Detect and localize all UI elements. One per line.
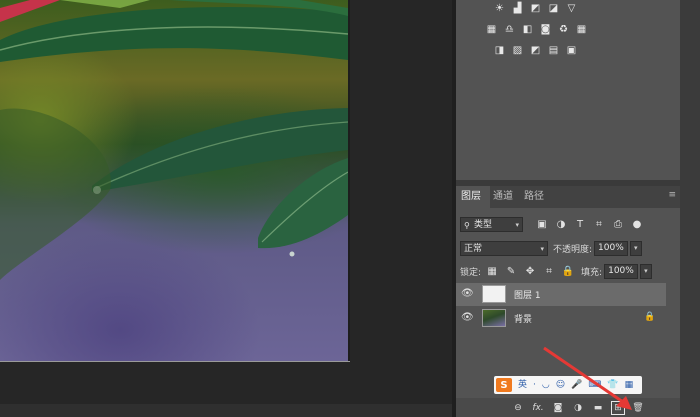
ime-mode[interactable]: 英 [518, 378, 527, 392]
layer-kind-select[interactable]: ⚲ 类型 ▾ [460, 216, 523, 232]
lock-transparent-icon[interactable]: ▦ [485, 264, 499, 278]
tab-paths[interactable]: 路径 [519, 186, 549, 208]
adjustments-row-2: ▦ ♎ ◧ ◙ ♻ ▦ [484, 23, 589, 37]
opacity-input[interactable]: 100% [594, 240, 628, 256]
lock-label: 锁定: [460, 267, 482, 278]
selective-color-icon[interactable]: ▣ [564, 44, 579, 58]
brightness-icon[interactable]: ☀ [492, 2, 507, 16]
adjustments-row-1: ☀ ▟ ◩ ◪ ▽ [492, 2, 579, 16]
layer-name[interactable]: 背景 [514, 312, 532, 325]
vibrance-icon[interactable]: ▦ [484, 23, 499, 37]
search-icon: ⚲ [464, 220, 470, 230]
layer-row-background[interactable]: 👁 背景 🔒 [456, 307, 666, 330]
layer-kind-label: 类型 [474, 219, 493, 230]
ime-logo[interactable]: S [496, 378, 512, 392]
filter-toggle-icon[interactable]: ● [630, 217, 644, 231]
gradient-triangle-icon[interactable]: ▽ [564, 2, 579, 16]
red-stem [0, 0, 60, 22]
lookup-icon[interactable]: ▦ [574, 23, 589, 37]
smart-filter-icon[interactable]: ⎙ [611, 217, 625, 231]
adjustments-panel: ☀ ▟ ◩ ◪ ▽ ▦ ♎ ◧ ◙ ♻ ▦ ◨ ▨ ◩ ▤ ▣ [456, 0, 680, 180]
lock-artboard-icon[interactable]: ⌗ [542, 264, 556, 278]
link-icon[interactable]: ⊖ [512, 402, 524, 414]
tab-layers[interactable]: 图层 [456, 186, 490, 208]
posterize-icon[interactable]: ▨ [510, 44, 525, 58]
document-canvas-area[interactable] [0, 0, 452, 417]
shape-filter-icon[interactable]: ⌗ [592, 217, 606, 231]
chevron-down-icon: ▾ [540, 244, 544, 253]
balance-icon[interactable]: ♎ [502, 23, 517, 37]
layer-filter-row: ⚲ 类型 ▾ ▣ ◑ T ⌗ ⎙ ● [460, 214, 644, 234]
chevron-down-icon: ▾ [515, 220, 519, 229]
lock-position-icon[interactable]: ✥ [523, 264, 537, 278]
visibility-eye-icon[interactable]: 👁 [461, 312, 474, 324]
invert-icon[interactable]: ◨ [492, 44, 507, 58]
layer-thumbnail [482, 285, 506, 303]
layer-name[interactable]: 图层 1 [514, 288, 541, 301]
exposure-icon[interactable]: ◪ [546, 2, 561, 16]
gradient-map-icon[interactable]: ▤ [546, 44, 561, 58]
canvas-bottom-edge [0, 361, 350, 362]
threshold-icon[interactable]: ◩ [528, 44, 543, 58]
layer-row-layer-1[interactable]: 👁 图层 1 [456, 283, 666, 306]
mixer-icon[interactable]: ♻ [556, 23, 571, 37]
blend-mode-value: 正常 [464, 243, 483, 254]
canvas-edge [348, 0, 350, 362]
ime-punctuation-icon[interactable]: · [533, 378, 536, 392]
bw-icon[interactable]: ◧ [520, 23, 535, 37]
fill-label: 填充: [581, 267, 603, 278]
photo-filter-icon[interactable]: ◙ [538, 23, 553, 37]
type-filter-icon[interactable]: T [573, 217, 587, 231]
lock-row: 锁定: ▦ ✎ ✥ ⌗ 🔒 填充: 100% ▾ [460, 261, 652, 281]
fill-input[interactable]: 100% [604, 263, 638, 279]
annotation-arrow [543, 346, 632, 410]
status-bar [0, 404, 452, 417]
lower-leaf [258, 158, 348, 249]
top-leaf [0, 7, 348, 62]
levels-icon[interactable]: ▟ [510, 2, 525, 16]
pixel-filter-icon[interactable]: ▣ [535, 217, 549, 231]
lock-image-icon[interactable]: ✎ [504, 264, 518, 278]
fill-dropdown[interactable]: ▾ [639, 263, 652, 279]
tab-channels[interactable]: 通道 [488, 186, 518, 208]
opacity-label: 不透明度: [553, 244, 593, 255]
lock-all-icon[interactable]: 🔒 [561, 264, 575, 278]
blend-row: 正常 ▾ 不透明度: 100% ▾ [460, 238, 642, 258]
curves-icon[interactable]: ◩ [528, 2, 543, 16]
opacity-dropdown[interactable]: ▾ [629, 240, 642, 256]
blend-mode-select[interactable]: 正常 ▾ [460, 240, 548, 256]
panel-menu-icon[interactable]: ≡ [668, 190, 676, 200]
layer-thumbnail [482, 309, 506, 327]
right-scroll-column [680, 0, 700, 417]
adjustments-row-3: ◨ ▨ ◩ ▤ ▣ [492, 44, 579, 58]
leaf-photo-drawing [0, 0, 348, 280]
leaf-photo [0, 0, 348, 361]
visibility-eye-icon[interactable]: 👁 [461, 288, 474, 300]
layers-tab-bar: 图层 通道 路径 ≡ [456, 186, 680, 208]
adjust-filter-icon[interactable]: ◑ [554, 217, 568, 231]
lock-icon: 🔒 [644, 312, 656, 322]
